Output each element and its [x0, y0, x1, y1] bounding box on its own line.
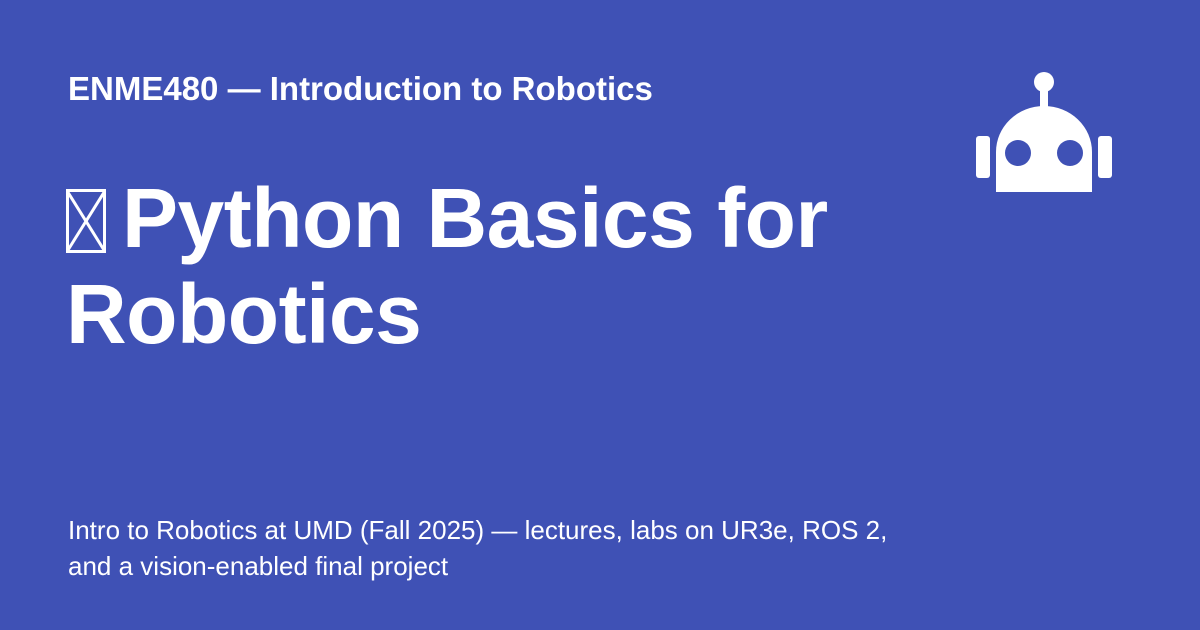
- missing-glyph-icon: [66, 189, 106, 253]
- robot-head-icon: [976, 72, 1112, 192]
- page-title: Python Basics for Robotics: [66, 170, 926, 362]
- social-preview-card: ENME480 — Introduction to Robotics Pytho…: [0, 0, 1200, 630]
- page-description: Intro to Robotics at UMD (Fall 2025) — l…: [68, 515, 888, 581]
- page-title-text: Python Basics for Robotics: [66, 171, 828, 361]
- site-name: ENME480 — Introduction to Robotics: [68, 70, 653, 107]
